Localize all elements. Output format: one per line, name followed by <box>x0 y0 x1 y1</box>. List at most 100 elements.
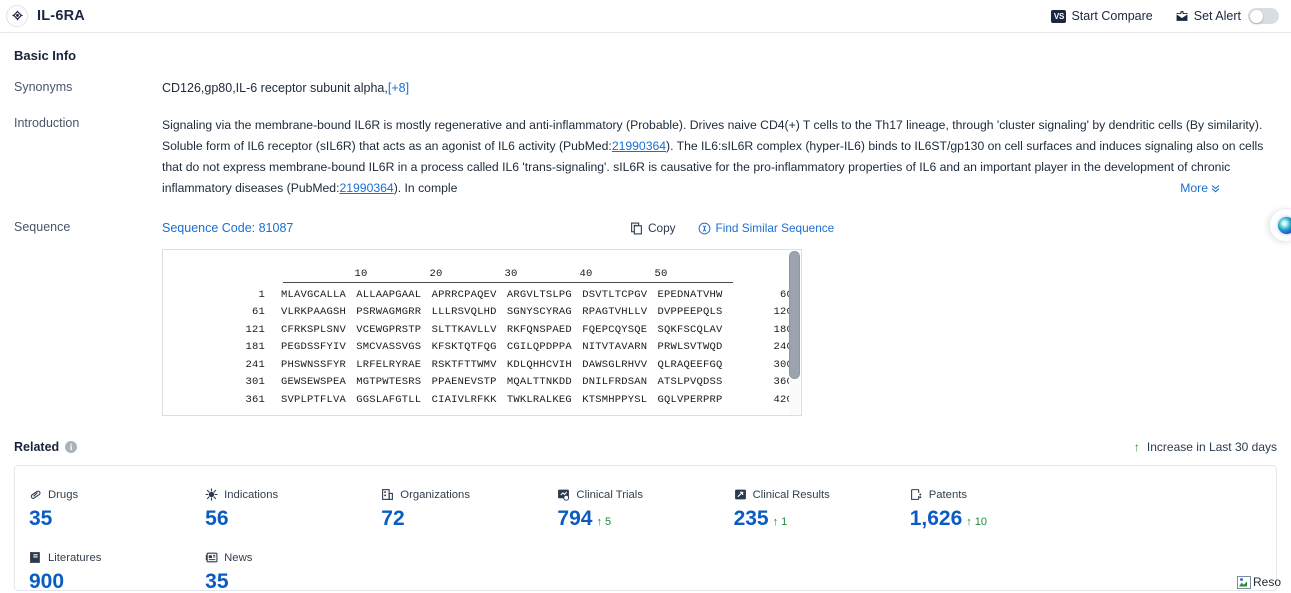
patent-icon <box>910 488 923 501</box>
capsule-icon <box>29 488 42 501</box>
related-title: Related <box>14 440 60 454</box>
introduction-text: Signaling via the membrane-bound IL6R is… <box>162 115 1277 199</box>
sequence-end-index: 420 <box>773 393 793 406</box>
related-card-clinical-trials[interactable]: Clinical Trials 794 ↑ 5 <box>557 488 733 531</box>
sequence-end-index: 180 <box>773 323 793 336</box>
related-card-news[interactable]: News 35 <box>205 551 381 591</box>
broken-image-icon <box>1236 575 1251 589</box>
sequence-chunk: ATSLPVQDSS <box>657 376 723 389</box>
sequence-chunk: MQALTTNKDD <box>506 376 572 389</box>
sequence-chunk: RPAGTVHLLV <box>582 306 648 319</box>
related-card-drugs[interactable]: Drugs 35 <box>29 488 205 531</box>
related-card-patents[interactable]: Patents 1,626 ↑ 10 <box>910 488 1086 531</box>
sequence-line: 61 VLRKPAAGSH PSRWAGMGRR LLLRSVQLHD SGNY… <box>163 304 801 322</box>
sequence-chunk: DNILFRDSAN <box>582 376 648 389</box>
sequence-chunk: KTSMHPPYSL <box>582 393 648 406</box>
ruler-tick: 30 <box>504 268 518 280</box>
introduction-part3: ). In comple <box>393 181 458 195</box>
pubmed-link-1[interactable]: 21990364 <box>612 139 666 153</box>
sequence-ruler: 10 20 30 40 50 <box>163 264 801 286</box>
gradient-orb-icon <box>1277 216 1291 234</box>
sequence-chunk: KFSKTQTFQG <box>431 341 497 354</box>
card-value: 35 <box>205 570 229 591</box>
find-similar-sequence-button[interactable]: Find Similar Sequence <box>698 221 835 235</box>
sequence-line: 301 GEWSEWSPEA MGTPWTESRS PPAENEVSTP MQA… <box>163 374 801 392</box>
synonyms-label: Synonyms <box>14 80 73 94</box>
top-bar-actions: VS Start Compare Set Alert <box>1051 8 1279 24</box>
sequence-chunk: CGILQPDPPA <box>506 341 572 354</box>
sequence-header: Sequence Code: 81087 Copy Find Similar S… <box>162 219 1277 237</box>
sequence-end-index: 300 <box>773 358 793 371</box>
sequence-start-index: 181 <box>245 341 265 354</box>
sequence-code[interactable]: Sequence Code: 81087 <box>162 221 293 235</box>
card-label: News <box>224 551 253 564</box>
copy-icon <box>630 222 643 235</box>
card-label: Patents <box>928 488 968 501</box>
sequence-end-index: 60 <box>779 288 793 301</box>
sequence-line: 361 SVPLPTFLVA GGSLAFGTLL CIAIVLRFKK TWK… <box>163 391 801 409</box>
page-title: IL-6RA <box>37 8 85 24</box>
sequence-chunk: PSRWAGMGRR <box>356 306 422 319</box>
info-icon[interactable]: i <box>65 441 78 453</box>
chevron-double-down-icon <box>1210 183 1221 194</box>
introduction-more-button[interactable]: More <box>1154 178 1221 199</box>
clinical-trial-icon <box>557 488 570 501</box>
basic-info-heading: Basic Info <box>14 48 77 63</box>
sequence-chunk: LLLRSVQLHD <box>431 306 497 319</box>
sequence-chunk: PHSWNSSFYR <box>281 358 347 371</box>
sequence-end-index: 240 <box>773 341 793 354</box>
related-card-indications[interactable]: Indications 56 <box>205 488 381 531</box>
brand: IL-6RA <box>6 5 85 27</box>
card-value: 1,626 <box>909 507 963 530</box>
sequence-start-index: 361 <box>245 393 265 406</box>
arrow-up-icon: ↑ <box>596 516 602 528</box>
set-alert-label: Set Alert <box>1193 9 1241 23</box>
sequence-label: Sequence <box>14 220 71 234</box>
sequence-start-index: 61 <box>251 306 265 319</box>
arrow-up-icon: ↑ <box>1133 440 1140 454</box>
set-alert-control[interactable]: Set Alert <box>1175 8 1279 24</box>
card-value: 56 <box>205 507 229 530</box>
card-value: 794 <box>557 507 593 530</box>
card-value: 900 <box>29 570 65 591</box>
synonyms-more-link[interactable]: [+8] <box>388 81 409 95</box>
sequence-chunk: PRWLSVTWQD <box>657 341 723 354</box>
sequence-line: 181 PEGDSSFYIV SMCVASSVGS KFSKTQTFQG CGI… <box>163 339 801 357</box>
card-label: Organizations <box>400 488 470 501</box>
sequence-start-index: 241 <box>245 358 265 371</box>
card-label: Literatures <box>48 551 102 564</box>
card-delta-value: 5 <box>604 516 612 528</box>
building-icon <box>381 488 394 501</box>
find-similar-label: Find Similar Sequence <box>715 221 835 235</box>
ruler-tick: 40 <box>579 268 593 280</box>
start-compare-button[interactable]: VS Start Compare <box>1051 9 1153 23</box>
sequence-chunk: SLTTKAVLLV <box>431 323 497 336</box>
top-bar: IL-6RA VS Start Compare Set Alert <box>0 0 1291 33</box>
related-card-organizations[interactable]: Organizations 72 <box>381 488 557 531</box>
sequence-chunk: VLRKPAAGSH <box>281 306 347 319</box>
sequence-chunk: CFRKSPLSNV <box>281 323 347 336</box>
broken-image-label: Reso <box>1252 575 1281 589</box>
sequence-chunk: TWKLRALKEG <box>506 393 572 406</box>
related-card-literatures[interactable]: Literatures 900 <box>29 551 205 591</box>
card-delta: ↑ 1 <box>773 516 788 528</box>
card-value: 35 <box>29 507 53 530</box>
copy-button[interactable]: Copy <box>630 221 676 235</box>
set-alert-toggle[interactable] <box>1248 8 1279 24</box>
card-value: 235 <box>733 507 769 530</box>
sequence-line: 121 CFRKSPLSNV VCEWGPRSTP SLTTKAVLLV RKF… <box>163 321 801 339</box>
arrow-up-icon: ↑ <box>772 516 779 528</box>
sequence-chunk: DAWSGLRHVV <box>582 358 648 371</box>
card-delta-value: 10 <box>974 516 988 528</box>
card-label: Clinical Trials <box>576 488 643 501</box>
introduction-row: Introduction Signaling via the membrane-… <box>14 115 1277 199</box>
related-card-clinical-results[interactable]: Clinical Results 235 ↑ 1 <box>734 488 910 531</box>
sequence-viewer: 10 20 30 40 50 1 MLAVGCALLA ALLAAPGAAL A… <box>162 249 802 416</box>
pubmed-link-2[interactable]: 21990364 <box>339 181 393 195</box>
card-label: Indications <box>224 488 279 501</box>
ruler-tick: 50 <box>654 268 668 280</box>
sequence-chunk: DVPPEEPQLS <box>657 306 723 319</box>
ruler-line <box>283 282 733 283</box>
sequence-scrollbar-thumb[interactable] <box>789 251 800 379</box>
clinical-result-icon <box>734 488 747 501</box>
